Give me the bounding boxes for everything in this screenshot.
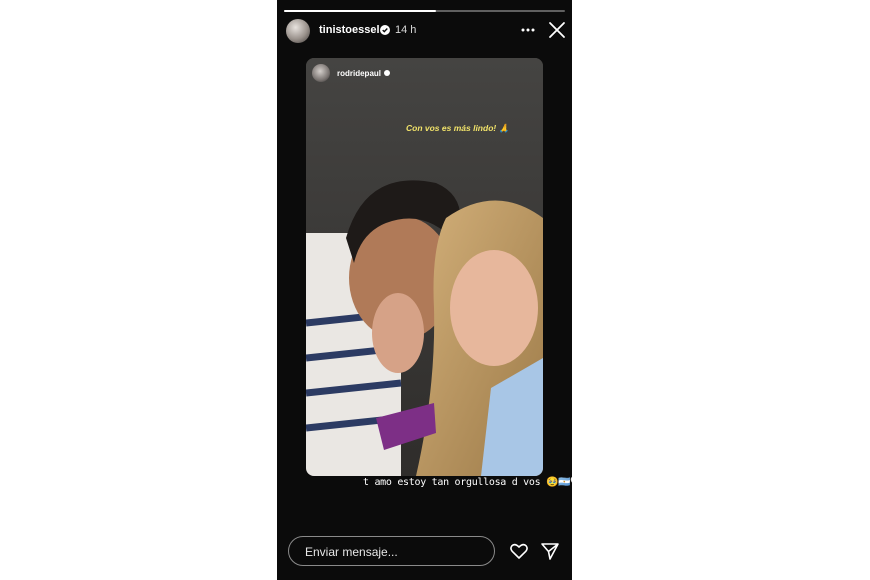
story-text-sticker: Con vos es más lindo! 🙏	[406, 123, 510, 133]
message-placeholder: Enviar mensaje...	[305, 545, 398, 559]
repost-username[interactable]: rodridepaul	[337, 69, 381, 78]
story-username[interactable]: tinistoessel	[319, 24, 380, 36]
story-progress-bar	[284, 10, 565, 12]
story-time: 14 h	[395, 24, 417, 36]
heart-icon[interactable]	[509, 541, 529, 561]
story-photo	[306, 58, 543, 476]
close-icon[interactable]	[548, 21, 566, 39]
story-viewer: tinistoessel 14 h rodridepaul Con vos es…	[277, 0, 572, 580]
story-progress-fill	[284, 10, 436, 12]
story-caption: t amo estoy tan orgullosa d vos 🥹🇦🇷🤍	[363, 477, 572, 488]
avatar[interactable]	[286, 19, 310, 43]
message-input[interactable]: Enviar mensaje...	[288, 536, 495, 566]
story-header: tinistoessel 14 h	[277, 16, 572, 46]
verified-icon	[380, 25, 390, 35]
send-icon[interactable]	[540, 541, 560, 561]
repost-avatar[interactable]	[312, 64, 330, 82]
reposted-story-card[interactable]: rodridepaul Con vos es más lindo! 🙏	[306, 58, 543, 476]
verified-icon	[384, 70, 390, 76]
more-options-icon[interactable]	[520, 22, 536, 38]
